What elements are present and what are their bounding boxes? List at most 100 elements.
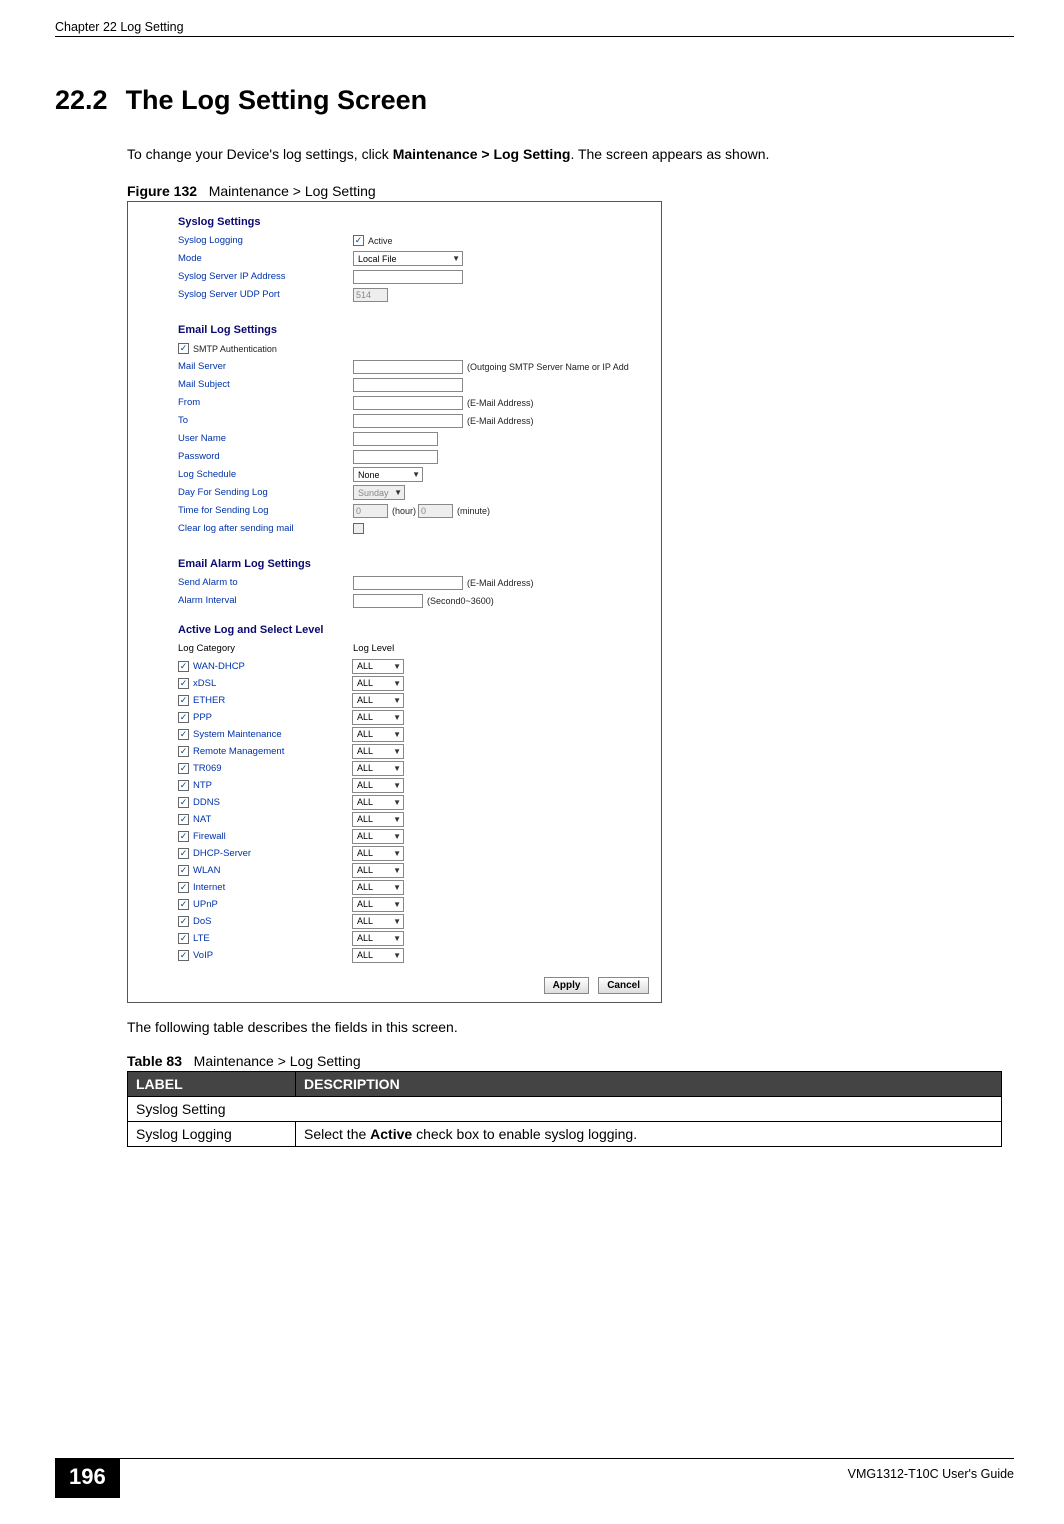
syslog-heading: Syslog Settings	[178, 216, 649, 228]
log-category-row: ✓InternetALL▼	[178, 879, 649, 895]
alarm-interval-input[interactable]	[353, 594, 423, 608]
cancel-button[interactable]: Cancel	[598, 977, 649, 994]
dropdown-arrow-icon: ▼	[393, 815, 401, 824]
category-checkbox[interactable]: ✓	[178, 695, 189, 706]
log-level-value: ALL	[357, 899, 373, 909]
log-category-row: ✓ETHERALL▼	[178, 692, 649, 708]
log-level-select[interactable]: ALL▼	[352, 846, 404, 861]
category-checkbox[interactable]: ✓	[178, 661, 189, 672]
to-input[interactable]	[353, 414, 463, 428]
category-checkbox[interactable]: ✓	[178, 882, 189, 893]
log-level-select[interactable]: ALL▼	[352, 744, 404, 759]
log-level-select[interactable]: ALL▼	[352, 659, 404, 674]
log-level-select[interactable]: ALL▼	[352, 727, 404, 742]
log-level-value: ALL	[357, 695, 373, 705]
syslog-ip-input[interactable]	[353, 270, 463, 284]
category-label: UPnP	[193, 899, 352, 910]
category-checkbox[interactable]: ✓	[178, 916, 189, 927]
log-category-row: ✓FirewallALL▼	[178, 828, 649, 844]
category-checkbox[interactable]: ✓	[178, 933, 189, 944]
log-level-select[interactable]: ALL▼	[352, 880, 404, 895]
syslog-active-checkbox[interactable]: ✓	[353, 235, 364, 246]
log-level-select[interactable]: ALL ▼	[352, 778, 404, 793]
intro-bold: Maintenance > Log Setting	[393, 146, 571, 162]
log-level-header: Log Level	[353, 643, 394, 654]
mail-subject-input[interactable]	[353, 378, 463, 392]
dropdown-arrow-icon: ▼	[393, 781, 401, 790]
category-checkbox[interactable]: ✓	[178, 678, 189, 689]
category-checkbox[interactable]: ✓	[178, 763, 189, 774]
log-level-select[interactable]: ALL▼	[352, 897, 404, 912]
log-level-value: ALL	[357, 797, 373, 807]
mode-select[interactable]: Local File▼	[353, 251, 463, 266]
category-checkbox[interactable]: ✓	[178, 746, 189, 757]
section-heading: 22.2The Log Setting Screen	[55, 85, 1014, 116]
log-level-select[interactable]: ALL▼	[352, 863, 404, 878]
log-level-select[interactable]: ALL▼	[352, 693, 404, 708]
log-category-row: ✓DoSALL▼	[178, 913, 649, 929]
syslog-active-label: Active	[368, 236, 393, 246]
log-level-select[interactable]: ALL▼	[352, 914, 404, 929]
mail-server-label: Mail Server	[178, 361, 353, 372]
syslog-port-row: Syslog Server UDP Port 514	[178, 286, 649, 303]
log-schedule-select[interactable]: None▼	[353, 467, 423, 482]
log-level-value: ALL	[357, 950, 373, 960]
table-row: Syslog Setting	[128, 1097, 1002, 1122]
log-level-value: ALL	[357, 712, 373, 722]
mail-server-input[interactable]	[353, 360, 463, 374]
category-checkbox[interactable]: ✓	[178, 865, 189, 876]
username-input[interactable]	[353, 432, 438, 446]
category-label: xDSL	[193, 678, 352, 689]
smtp-auth-checkbox[interactable]: ✓	[178, 343, 189, 354]
to-hint: (E-Mail Address)	[467, 416, 534, 426]
table-head-label: LABEL	[128, 1072, 296, 1097]
log-level-value: ALL	[357, 746, 373, 756]
log-level-value: ALL	[357, 780, 373, 790]
mail-subject-label: Mail Subject	[178, 379, 353, 390]
log-level-value: ALL	[357, 763, 373, 773]
category-checkbox[interactable]: ✓	[178, 729, 189, 740]
log-level-select[interactable]: ALL▼	[352, 812, 404, 827]
log-category-row: ✓DDNSALL▼	[178, 794, 649, 810]
category-checkbox[interactable]: ✓	[178, 899, 189, 910]
page-number: 196	[55, 1458, 120, 1498]
category-checkbox[interactable]: ✓	[178, 831, 189, 842]
dropdown-arrow-icon: ▼	[393, 679, 401, 688]
log-level-value: ALL	[357, 933, 373, 943]
log-level-select[interactable]: ALL ▼	[352, 710, 404, 725]
category-checkbox[interactable]: ✓	[178, 797, 189, 808]
log-level-select[interactable]: ALL▼	[352, 676, 404, 691]
category-label: VoIP	[193, 950, 352, 961]
category-checkbox[interactable]: ✓	[178, 950, 189, 961]
apply-button[interactable]: Apply	[544, 977, 590, 994]
send-alarm-input[interactable]	[353, 576, 463, 590]
category-checkbox[interactable]: ✓	[178, 848, 189, 859]
category-label: WLAN	[193, 865, 352, 876]
syslog-logging-label: Syslog Logging	[178, 235, 353, 246]
minute-label: (minute)	[457, 506, 490, 516]
from-hint: (E-Mail Address)	[467, 398, 534, 408]
password-input[interactable]	[353, 450, 438, 464]
dropdown-arrow-icon: ▼	[393, 934, 401, 943]
dropdown-arrow-icon: ▼	[393, 866, 401, 875]
from-input[interactable]	[353, 396, 463, 410]
syslog-ip-label: Syslog Server IP Address	[178, 271, 353, 282]
smtp-auth-label: SMTP Authentication	[193, 344, 277, 354]
mode-value: Local File	[358, 254, 397, 264]
category-checkbox[interactable]: ✓	[178, 814, 189, 825]
log-schedule-label: Log Schedule	[178, 469, 353, 480]
table-row: Syslog Logging Select the Active check b…	[128, 1122, 1002, 1147]
log-level-select[interactable]: ALL▼	[352, 795, 404, 810]
category-checkbox[interactable]: ✓	[178, 780, 189, 791]
password-label: Password	[178, 451, 353, 462]
log-level-value: ALL	[357, 916, 373, 926]
category-label: NTP	[193, 780, 352, 791]
log-level-select[interactable]: ALL▼	[352, 948, 404, 963]
log-level-select[interactable]: ALL▼	[352, 761, 404, 776]
category-checkbox[interactable]: ✓	[178, 712, 189, 723]
syslog-port-label: Syslog Server UDP Port	[178, 289, 353, 300]
dropdown-arrow-icon: ▼	[393, 713, 401, 722]
log-level-select[interactable]: ALL▼	[352, 829, 404, 844]
log-level-select[interactable]: ALL ▼	[352, 931, 404, 946]
minute-input: 0	[418, 504, 453, 518]
